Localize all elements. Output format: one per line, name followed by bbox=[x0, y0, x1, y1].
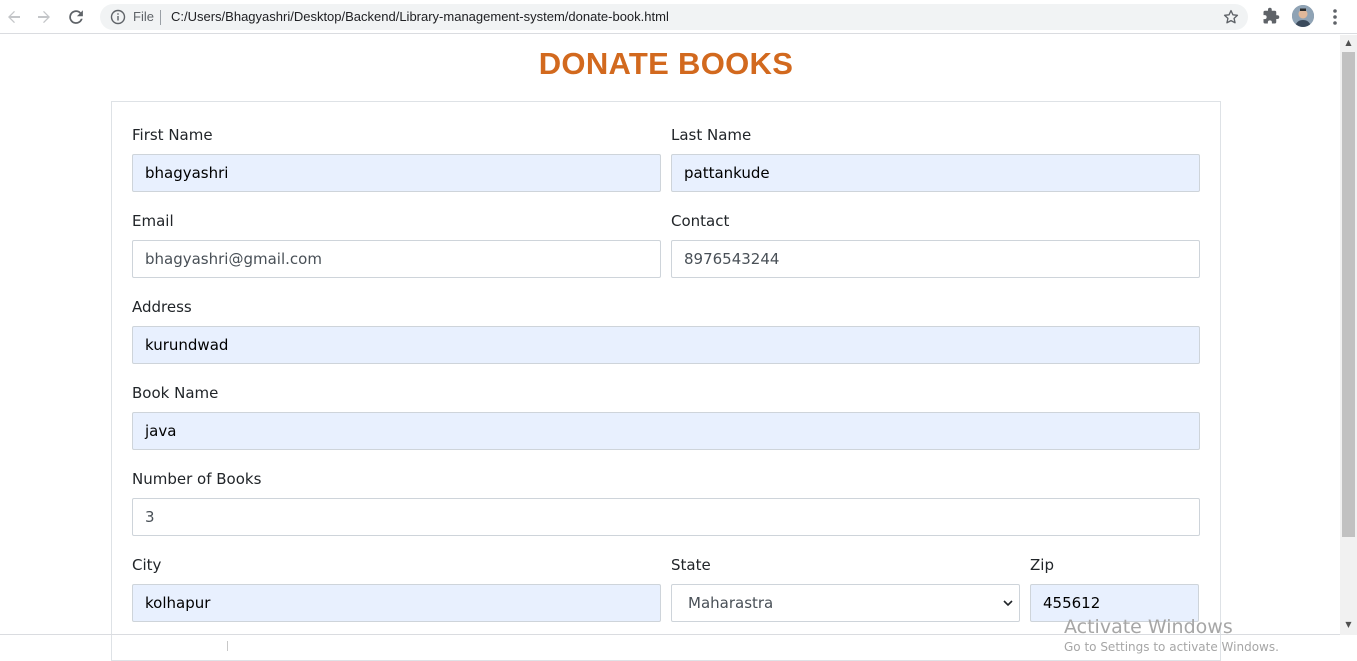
profile-avatar[interactable] bbox=[1292, 5, 1314, 27]
scheme-label: File bbox=[133, 9, 154, 24]
number-of-books-input[interactable]: 3 bbox=[132, 498, 1200, 536]
page-title: DONATE BOOKS bbox=[538, 46, 794, 81]
contact-input[interactable]: 8976543244 bbox=[671, 240, 1200, 278]
zip-label: Zip bbox=[1030, 556, 1054, 574]
last-name-label: Last Name bbox=[671, 126, 752, 144]
activate-windows-subtitle: Go to Settings to activate Windows. bbox=[1064, 640, 1279, 654]
first-name-input[interactable]: bhagyashri bbox=[132, 154, 661, 192]
activate-windows-title: Activate Windows bbox=[1064, 616, 1233, 638]
avatar-image bbox=[1292, 5, 1314, 27]
url-text[interactable]: C:/Users/Bhagyashri/Desktop/Backend/Libr… bbox=[171, 9, 669, 24]
reload-button[interactable] bbox=[64, 5, 88, 29]
state-label: State bbox=[671, 556, 711, 574]
address-input[interactable]: kurundwad bbox=[132, 326, 1200, 364]
star-icon[interactable] bbox=[1222, 8, 1240, 26]
number-of-books-label: Number of Books bbox=[132, 470, 262, 488]
back-button[interactable] bbox=[2, 5, 26, 29]
address-label: Address bbox=[132, 298, 192, 316]
state-select-value: Maharastra bbox=[688, 594, 774, 612]
scroll-up-icon[interactable]: ▲ bbox=[1343, 38, 1354, 48]
arrow-left-icon bbox=[8, 11, 20, 23]
first-name-label: First Name bbox=[132, 126, 213, 144]
last-name-input[interactable]: pattankude bbox=[671, 154, 1200, 192]
state-select[interactable]: Maharastra bbox=[671, 584, 1020, 622]
browser-toolbar: File C:/Users/Bhagyashri/Desktop/Backend… bbox=[0, 0, 1357, 34]
puzzle-icon[interactable] bbox=[1262, 7, 1280, 25]
kebab-menu-icon[interactable] bbox=[1327, 7, 1343, 27]
city-input[interactable]: kolhapur bbox=[132, 584, 661, 622]
scroll-down-icon[interactable]: ▼ bbox=[1343, 620, 1354, 630]
reload-icon bbox=[69, 10, 83, 24]
arrow-right-icon bbox=[38, 11, 50, 23]
book-name-input[interactable]: java bbox=[132, 412, 1200, 450]
omnibox-divider bbox=[160, 10, 161, 25]
scrollbar-thumb[interactable] bbox=[1342, 52, 1355, 537]
chevron-down-icon bbox=[1003, 600, 1013, 607]
address-bar[interactable]: File C:/Users/Bhagyashri/Desktop/Backend… bbox=[100, 4, 1248, 30]
email-input[interactable]: bhagyashri@gmail.com bbox=[132, 240, 661, 278]
info-icon[interactable] bbox=[110, 9, 126, 25]
email-label: Email bbox=[132, 212, 174, 230]
bottom-tick bbox=[227, 641, 228, 651]
contact-label: Contact bbox=[671, 212, 730, 230]
forward-button[interactable] bbox=[32, 5, 56, 29]
book-name-label: Book Name bbox=[132, 384, 219, 402]
city-label: City bbox=[132, 556, 162, 574]
